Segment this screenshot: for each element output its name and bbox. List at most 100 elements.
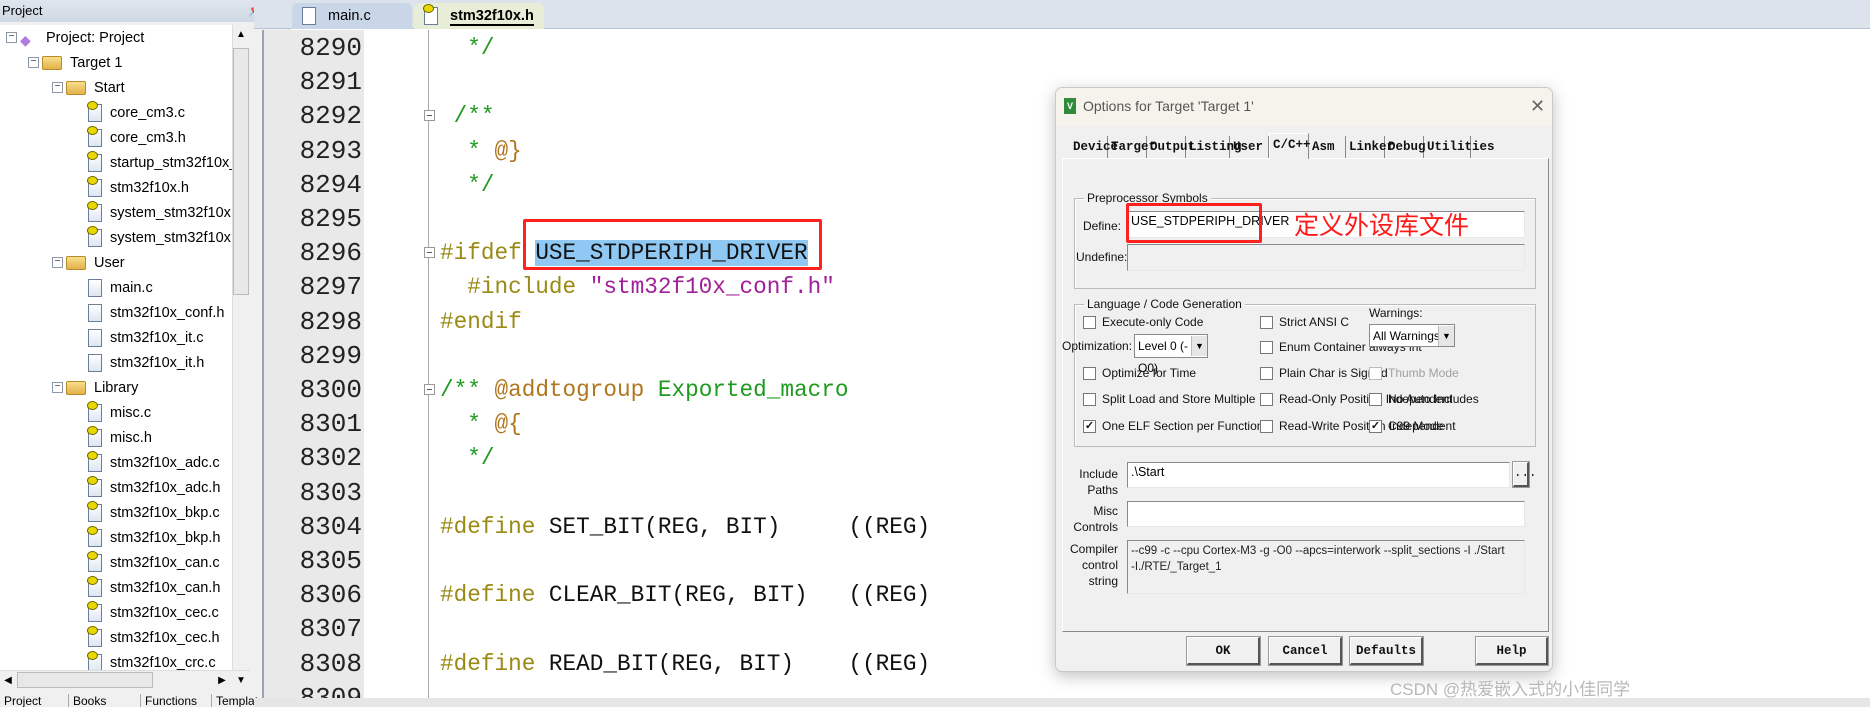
tree-file-item[interactable]: stm32f10x_crc.c: [87, 651, 216, 670]
ok-button[interactable]: OK: [1186, 636, 1261, 666]
tab-linker[interactable]: Linker: [1346, 136, 1394, 158]
tree-target-item[interactable]: − Target 1: [28, 51, 123, 75]
file-key-icon: [87, 626, 102, 648]
tab-output[interactable]: Output: [1147, 136, 1195, 158]
tree-file-item[interactable]: stm32f10x_bkp.c: [87, 501, 220, 525]
tab-main-c[interactable]: main.c: [292, 3, 412, 29]
dialog-title-bar[interactable]: V Options for Target 'Target 1' ✕: [1056, 88, 1552, 126]
tree-file-item[interactable]: stm32f10x.h: [87, 176, 189, 200]
code-token: "stm32f10x_conf.h": [589, 274, 835, 301]
close-icon[interactable]: ✕: [1530, 96, 1545, 117]
tab-listing[interactable]: Listing: [1186, 136, 1242, 158]
tree-file-item[interactable]: stm32f10x_adc.h: [87, 476, 221, 500]
optimization-select[interactable]: Level 0 (-O0) ▼: [1134, 334, 1208, 375]
fold-toggle-icon[interactable]: [424, 384, 435, 395]
dropdown-icon[interactable]: ▼: [233, 673, 249, 689]
tree-file-item[interactable]: stm32f10x_can.h: [87, 576, 220, 600]
tree-file-item[interactable]: core_cm3.c: [87, 101, 185, 125]
scroll-up-icon[interactable]: ▲: [233, 27, 249, 43]
dialog-title: Options for Target 'Target 1': [1083, 98, 1254, 114]
code-line: * @{: [440, 407, 521, 441]
tab-cc[interactable]: C/C++: [1269, 133, 1311, 159]
undefine-input[interactable]: [1127, 244, 1525, 271]
execute-only-checkbox[interactable]: Execute-only Code: [1083, 314, 1203, 330]
tab-user[interactable]: User: [1230, 136, 1269, 158]
collapse-toggle-icon[interactable]: −: [28, 57, 39, 68]
fold-toggle-icon[interactable]: [424, 247, 435, 259]
line-number: 8295: [299, 204, 362, 234]
line-number: 8297: [299, 272, 362, 303]
tree-file-item[interactable]: stm32f10x_it.h: [88, 351, 204, 375]
tree-file-item[interactable]: startup_stm32f10x_m: [87, 151, 232, 175]
tree-file-item[interactable]: stm32f10x_it.c: [88, 326, 204, 350]
browse-include-button[interactable]: ...: [1512, 461, 1537, 488]
collapse-toggle-icon[interactable]: −: [52, 382, 63, 393]
tree-item-label: Library: [94, 380, 139, 396]
line-number: 8296: [299, 238, 362, 269]
tree-item-label: stm32f10x_adc.c: [110, 455, 220, 471]
collapse-toggle-icon[interactable]: −: [52, 82, 63, 93]
tree-folder-item[interactable]: − Library: [52, 376, 139, 400]
tree-item-label: Target 1: [70, 55, 123, 71]
file-key-icon: [87, 151, 102, 173]
one-elf-checkbox[interactable]: ✓ One ELF Section per Function: [1083, 418, 1263, 434]
tab-books[interactable]: Books: [68, 694, 106, 707]
tree-file-item[interactable]: stm32f10x_cec.h: [87, 626, 220, 650]
tab-functions[interactable]: Functions: [140, 694, 197, 707]
code-token: */: [440, 445, 495, 472]
split-load-checkbox[interactable]: Split Load and Store Multiple: [1083, 391, 1255, 407]
tree-file-item[interactable]: stm32f10x_adc.c: [87, 451, 220, 475]
fold-toggle-icon[interactable]: [424, 110, 435, 122]
collapse-toggle-icon[interactable]: −: [52, 257, 63, 268]
misc-controls-input[interactable]: [1127, 501, 1525, 527]
target-icon: [42, 56, 62, 71]
line-number: 8300: [299, 375, 362, 405]
project-bottom-tabs: Project Books Functions Templates: [0, 692, 290, 707]
tree-file-item[interactable]: stm32f10x_conf.h: [88, 301, 224, 325]
tree-item-label: stm32f10x_cec.h: [110, 630, 220, 646]
folder-icon: [66, 256, 86, 271]
tree-file-item[interactable]: misc.h: [87, 426, 152, 450]
tree-folder-item[interactable]: − User: [52, 251, 125, 275]
define-label: Define:: [1082, 219, 1121, 233]
file-key-icon: [87, 551, 102, 573]
scrollbar-thumb[interactable]: [233, 48, 249, 295]
file-key-icon: [87, 226, 102, 248]
tree-file-item[interactable]: system_stm32f10x.h: [87, 226, 232, 250]
tree-file-item[interactable]: main.c: [88, 276, 153, 300]
tab-debug[interactable]: Debug: [1385, 136, 1426, 158]
tree-file-item[interactable]: core_cm3.h: [87, 126, 186, 150]
warnings-select[interactable]: All Warnings ▼: [1369, 324, 1455, 347]
tree-folder-item[interactable]: − Start: [52, 76, 125, 100]
help-button[interactable]: Help: [1475, 636, 1549, 666]
file-icon: [88, 329, 102, 348]
scrollbar-thumb[interactable]: [17, 672, 153, 688]
tab-asm[interactable]: Asm: [1309, 136, 1346, 158]
code-token: *: [440, 411, 495, 438]
scroll-left-icon[interactable]: ◀: [0, 673, 16, 689]
tab-target[interactable]: Target: [1108, 136, 1156, 158]
scroll-right-icon[interactable]: ▶: [214, 673, 230, 689]
code-token: #define: [440, 513, 536, 540]
defaults-button[interactable]: Defaults: [1349, 636, 1424, 666]
tab-device[interactable]: Device: [1070, 136, 1118, 158]
no-auto-includes-checkbox[interactable]: No Auto Includes: [1369, 391, 1479, 407]
tree-item-label: Project: Project: [46, 30, 145, 46]
keil-icon: V: [1064, 98, 1076, 114]
tab-stm32f10x-h[interactable]: stm32f10x.h: [414, 3, 544, 29]
tab-utilities[interactable]: Utilities: [1424, 136, 1495, 158]
include-paths-input[interactable]: .\Start: [1127, 462, 1510, 488]
collapse-toggle-icon[interactable]: −: [6, 32, 17, 43]
cancel-button[interactable]: Cancel: [1268, 636, 1343, 666]
tab-project[interactable]: Project: [0, 694, 41, 707]
strict-ansi-checkbox[interactable]: Strict ANSI C: [1260, 314, 1349, 330]
tree-file-item[interactable]: system_stm32f10x.c: [87, 201, 232, 225]
tree-item-label: stm32f10x_adc.h: [110, 480, 221, 496]
tree-file-item[interactable]: misc.c: [87, 401, 151, 425]
optimize-time-checkbox[interactable]: Optimize for Time: [1083, 365, 1196, 381]
tree-project-item[interactable]: − ◆ Project: Project: [6, 26, 145, 50]
tree-file-item[interactable]: stm32f10x_bkp.h: [87, 526, 220, 550]
tree-file-item[interactable]: stm32f10x_cec.c: [87, 601, 219, 625]
tree-file-item[interactable]: stm32f10x_can.c: [87, 551, 220, 575]
c99-mode-checkbox[interactable]: ✓ C99 Mode: [1369, 418, 1443, 434]
